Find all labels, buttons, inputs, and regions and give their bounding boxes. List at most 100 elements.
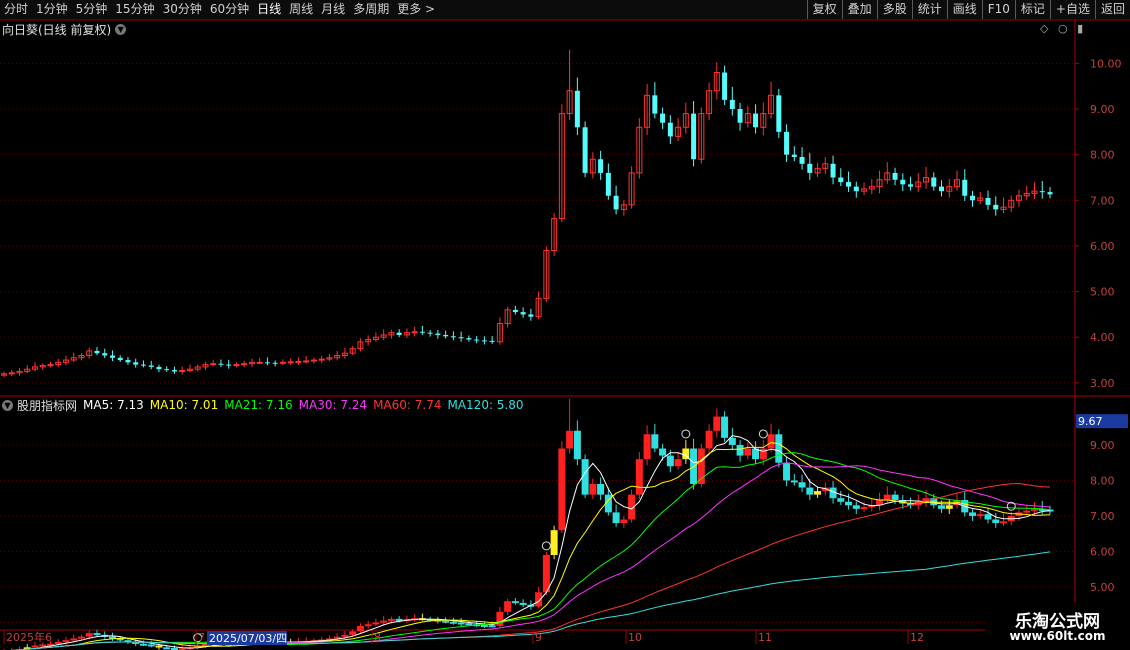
- ind-body-72: [558, 448, 566, 531]
- candle-body-28: [218, 363, 224, 365]
- chevron-down-icon[interactable]: ▼: [115, 23, 127, 35]
- candle-body-14: [109, 355, 115, 358]
- ind-body-105: [814, 491, 822, 495]
- candle-body-23: [179, 370, 186, 373]
- candle-body-40: [310, 359, 317, 362]
- ma-line-10: [11, 441, 1051, 650]
- ind-body-101: [783, 462, 791, 481]
- signal-marker-2: [681, 429, 691, 439]
- price-label-top-6: 4.00: [1090, 331, 1115, 344]
- ind-body-44: [341, 634, 349, 637]
- candle-body-117: [908, 184, 914, 187]
- ind-body-121: [938, 505, 946, 509]
- ind-body-86: [666, 455, 674, 467]
- ind-body-99: [767, 434, 775, 449]
- price-label-bot-2: 7.00: [1090, 510, 1115, 523]
- candle-body-38: [295, 360, 302, 363]
- ind-body-95: [736, 444, 744, 456]
- candle-body-127: [985, 198, 991, 205]
- candle-body-54: [419, 331, 425, 333]
- ind-body-66: [511, 601, 519, 604]
- candle-body-86: [667, 122, 673, 137]
- candle-body-21: [164, 369, 170, 371]
- ma-line-60: [11, 482, 1051, 650]
- candle-body-107: [830, 163, 836, 178]
- candle-body-89: [691, 113, 697, 160]
- ind-body-63: [488, 625, 496, 628]
- candle-body-60: [466, 338, 472, 340]
- circle-icon[interactable]: ○: [1058, 22, 1068, 35]
- ind-body-93: [721, 416, 729, 438]
- stock-title: 向日葵(日线 前复权): [2, 22, 112, 37]
- candle-body-55: [427, 332, 433, 334]
- candle-body-1: [8, 372, 15, 375]
- ind-body-89: [690, 448, 698, 484]
- candle-body-19: [148, 365, 154, 367]
- candle-body-51: [396, 332, 402, 335]
- ind-body-82: [635, 459, 643, 495]
- price-label-top-2: 8.00: [1090, 149, 1115, 162]
- candle-body-59: [458, 337, 464, 339]
- chevron-down-icon[interactable]: ▼: [2, 399, 13, 411]
- price-label-top-7: 3.00: [1090, 377, 1115, 390]
- ma-label-4: MA60: 7.74: [373, 398, 442, 412]
- candle-body-116: [900, 179, 906, 185]
- candle-body-29: [226, 364, 232, 366]
- candle-body-79: [613, 195, 619, 210]
- ma-line-30: [11, 462, 1051, 650]
- ind-body-47: [364, 624, 372, 627]
- date-label-3: 9: [535, 631, 542, 644]
- ind-body-58: [449, 621, 457, 624]
- candle-body-6: [47, 364, 54, 367]
- date-label-1: 7: [198, 631, 205, 644]
- ind-body-83: [643, 434, 651, 460]
- price-label-top-0: 10.00: [1090, 57, 1122, 70]
- candle-body-66: [512, 309, 518, 313]
- candle-body-33: [256, 361, 263, 364]
- candle-body-63: [489, 340, 495, 342]
- ind-body-12: [93, 633, 101, 636]
- kline-chart[interactable]: 10.00 9.00 8.00 7.00 6.00 5.00 4.00 3.00 9.00 8.0…: [0, 0, 1130, 650]
- ind-body-109: [845, 501, 853, 506]
- candle-body-15: [117, 357, 123, 361]
- candle-body-77: [598, 159, 604, 173]
- candle-body-97: [753, 113, 759, 128]
- ind-body-62: [480, 624, 488, 627]
- price-label-top-5: 5.00: [1090, 286, 1115, 299]
- ind-body-9: [70, 638, 78, 641]
- diamond-icon[interactable]: ◇: [1040, 22, 1048, 35]
- candle-body-101: [784, 131, 790, 155]
- price-label-top-1: 9.00: [1090, 103, 1115, 116]
- date-label-0: 2025年6: [6, 630, 52, 644]
- ind-body-76: [589, 484, 597, 495]
- ind-body-59: [457, 622, 465, 625]
- price-label-bot-3: 6.00: [1090, 545, 1115, 558]
- candle-body-103: [799, 156, 805, 164]
- candle-body-41: [318, 358, 325, 361]
- ind-body-65: [504, 601, 512, 612]
- candle-body-100: [776, 95, 782, 132]
- candle-body-13: [102, 353, 108, 356]
- candle-body-58: [450, 336, 456, 338]
- ind-body-87: [674, 459, 682, 467]
- candle-body-27: [210, 363, 217, 366]
- ind-body-11: [85, 633, 93, 637]
- candle-body-12: [94, 350, 100, 354]
- ind-body-4: [31, 645, 39, 648]
- candle-body-56: [435, 333, 441, 335]
- ind-body-69: [535, 592, 543, 607]
- price-label-bot-4: 5.00: [1090, 581, 1115, 594]
- candle-body-78: [605, 172, 611, 196]
- ind-body-85: [659, 448, 667, 456]
- ma-label-0: MA5: 7.13: [83, 398, 144, 412]
- candle-body-75: [582, 127, 588, 173]
- ind-body-94: [728, 437, 736, 445]
- candle-body-108: [838, 177, 844, 183]
- pause-icon[interactable]: ▮: [1077, 22, 1083, 35]
- date-label-4: 10: [628, 631, 642, 644]
- ind-body-77: [597, 484, 605, 495]
- ind-body-19: [147, 644, 155, 647]
- ind-body-21: [163, 647, 171, 650]
- ind-body-98: [759, 448, 767, 460]
- ind-body-73: [566, 430, 574, 449]
